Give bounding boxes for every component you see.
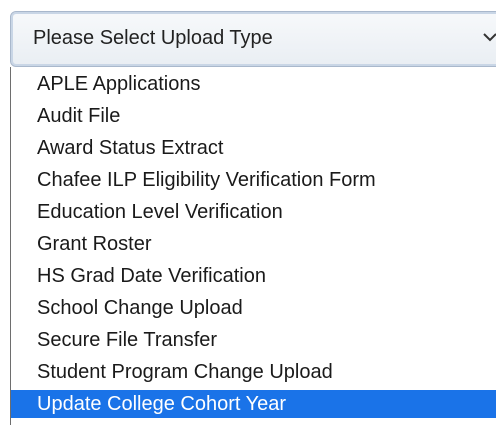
select-value-text: Please Select Upload Type [33,27,273,49]
chevron-down-icon [483,33,496,42]
option-chafee-ilp-eligibility[interactable]: Chafee ILP Eligibility Verification Form [11,166,496,194]
left-background [0,11,10,425]
upload-type-select[interactable]: Please Select Upload Type [10,11,496,67]
option-update-college-cohort-year[interactable]: Update College Cohort Year [11,390,496,418]
option-school-change-upload[interactable]: School Change Upload [11,294,496,322]
option-student-program-change-upload[interactable]: Student Program Change Upload [11,358,496,386]
option-grant-roster[interactable]: Grant Roster [11,230,496,258]
option-aple-applications[interactable]: APLE Applications [11,70,496,98]
option-education-level-verification[interactable]: Education Level Verification [11,198,496,226]
option-hs-grad-date-verification[interactable]: HS Grad Date Verification [11,262,496,290]
top-background [0,0,496,11]
option-secure-file-transfer[interactable]: Secure File Transfer [11,326,496,354]
option-award-status-extract[interactable]: Award Status Extract [11,134,496,162]
upload-type-page: Please Select Upload Type APLE Applicati… [0,0,496,425]
upload-type-options-list: APLE Applications Audit File Award Statu… [10,67,496,425]
option-audit-file[interactable]: Audit File [11,102,496,130]
